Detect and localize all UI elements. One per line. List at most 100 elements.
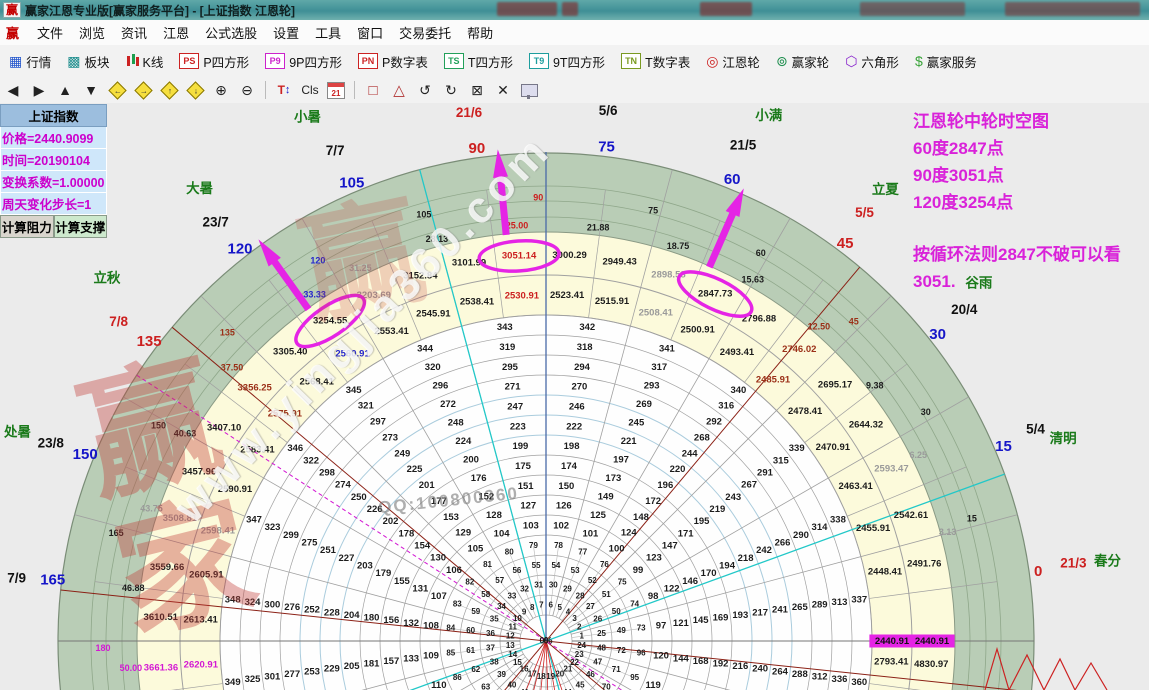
- svg-text:341: 341: [659, 344, 676, 355]
- wheel-tool-diamond-left[interactable]: ←: [105, 79, 129, 101]
- wheel-tool-triangle-tool[interactable]: △: [387, 79, 411, 101]
- wheel-tool-rect-tool[interactable]: □: [361, 79, 385, 101]
- 9p-square-icon: P9: [265, 53, 285, 69]
- wheel-tool-page-left[interactable]: ◀: [1, 79, 25, 101]
- svg-text:264: 264: [772, 666, 789, 677]
- svg-text:229: 229: [324, 664, 340, 675]
- menu-item-settings[interactable]: 设置: [265, 24, 307, 43]
- svg-text:131: 131: [412, 583, 429, 594]
- svg-text:2746.02: 2746.02: [782, 344, 816, 355]
- svg-text:314: 314: [812, 522, 829, 533]
- wheel-tool-page-right[interactable]: ▶: [27, 79, 51, 101]
- wheel-tool-time-scale[interactable]: T↕: [272, 79, 296, 101]
- toolbar-button-p-number-table[interactable]: PNP数字表: [351, 48, 435, 75]
- svg-text:146: 146: [682, 576, 698, 587]
- wheel-tool-presentation[interactable]: [517, 79, 541, 101]
- t-number-table-icon: TN: [621, 53, 641, 69]
- svg-text:301: 301: [264, 672, 281, 683]
- svg-text:23: 23: [575, 650, 584, 659]
- svg-text:339: 339: [789, 443, 805, 454]
- svg-text:30: 30: [549, 581, 558, 590]
- svg-text:224: 224: [455, 436, 472, 447]
- wheel-tool-pointer-down[interactable]: ▼: [79, 79, 103, 101]
- toolbar-button-t-square[interactable]: TST四方形: [437, 48, 520, 75]
- svg-text:344: 344: [417, 344, 434, 355]
- svg-text:61: 61: [466, 646, 475, 655]
- toolbar-button-winner-wheel[interactable]: ⊚赢家轮: [769, 48, 836, 75]
- menu-item-file[interactable]: 文件: [29, 24, 71, 43]
- wheel-tool-center-tool[interactable]: ✕: [491, 79, 515, 101]
- wheel-tool-diamond-up[interactable]: ↑: [157, 79, 181, 101]
- note-line: 按循环法则2847不破可以看: [913, 241, 1149, 268]
- toolbar-button-t-number-table[interactable]: TNT数字表: [614, 48, 697, 75]
- svg-text:2485.91: 2485.91: [756, 374, 791, 385]
- toolbar-button-p-square[interactable]: PSP四方形: [172, 48, 256, 75]
- menu-item-browse[interactable]: 浏览: [71, 24, 113, 43]
- menu-item-news[interactable]: 资讯: [113, 24, 155, 43]
- svg-text:321: 321: [358, 401, 375, 412]
- menu-item-help[interactable]: 帮助: [459, 24, 501, 43]
- hexagon-icon: ⬡: [845, 54, 857, 68]
- svg-text:151: 151: [518, 481, 535, 492]
- calc-support-button[interactable]: 计算支撑: [54, 215, 108, 238]
- wheel-tool-delete-box[interactable]: ⊠: [465, 79, 489, 101]
- calc-resistance-button[interactable]: 计算阻力: [0, 215, 54, 238]
- svg-text:227: 227: [339, 553, 355, 564]
- svg-text:2593.47: 2593.47: [874, 463, 908, 474]
- svg-text:218: 218: [738, 553, 754, 564]
- toolbar-label: T数字表: [645, 52, 690, 71]
- menu-item-formula-stock-pick[interactable]: 公式选股: [197, 24, 265, 43]
- svg-text:247: 247: [507, 402, 523, 413]
- wheel-tool-rotate-ccw[interactable]: ↺: [413, 79, 437, 101]
- svg-text:128: 128: [486, 510, 502, 521]
- toolbar-button-9p-square[interactable]: P99P四方形: [258, 48, 349, 75]
- svg-text:204: 204: [344, 610, 361, 621]
- wheel-tool-diamond-down[interactable]: ↓: [183, 79, 207, 101]
- svg-text:3661.36: 3661.36: [144, 662, 178, 673]
- gann-wheel-chart-area[interactable]: 1234567891011121314151617181920212223242…: [0, 103, 1149, 690]
- svg-text:297: 297: [370, 417, 386, 428]
- svg-text:23/7: 23/7: [203, 214, 229, 229]
- wheel-tool-zoom-out[interactable]: ⊖: [235, 79, 259, 101]
- wheel-tool-pointer-up[interactable]: ▲: [53, 79, 77, 101]
- svg-text:219: 219: [709, 504, 725, 515]
- svg-text:277: 277: [284, 669, 300, 680]
- svg-text:11: 11: [509, 622, 518, 631]
- menu-item-tools[interactable]: 工具: [307, 24, 349, 43]
- svg-text:2491.76: 2491.76: [907, 559, 941, 570]
- svg-text:120: 120: [653, 651, 669, 662]
- svg-text:4830.97: 4830.97: [914, 659, 948, 670]
- svg-text:345: 345: [346, 385, 363, 396]
- menu-item-gann[interactable]: 江恩: [155, 24, 197, 43]
- svg-text:37: 37: [486, 643, 495, 652]
- svg-text:318: 318: [577, 342, 593, 353]
- wheel-tool-zoom-in[interactable]: ⊕: [209, 79, 233, 101]
- toolbar-button-gann-wheel[interactable]: ◎江恩轮: [699, 48, 767, 75]
- svg-text:2500.91: 2500.91: [681, 325, 716, 336]
- toolbar-button-sectors[interactable]: ▩板块: [60, 48, 116, 75]
- toolbar-label: 板块: [84, 52, 109, 71]
- toolbar-button-kline[interactable]: K线: [119, 48, 171, 75]
- svg-text:3: 3: [572, 614, 577, 623]
- toolbar-label: P数字表: [382, 52, 428, 71]
- menu-item-trade-entrust[interactable]: 交易委托: [391, 24, 459, 43]
- wheel-tool-cls[interactable]: Cls: [298, 79, 322, 101]
- svg-text:155: 155: [394, 576, 411, 587]
- toolbar-label: 赢家轮: [792, 52, 830, 71]
- toolbar-button-quotes[interactable]: ▦行情: [2, 48, 58, 75]
- analysis-note-title: 江恩轮中轮时空图60度2847点90度3051点120度3254点: [913, 108, 1148, 216]
- toolbar-button-hexagon[interactable]: ⬡六角形: [838, 48, 906, 75]
- svg-text:154: 154: [414, 541, 431, 552]
- wheel-tool-diamond-right[interactable]: →: [131, 79, 155, 101]
- svg-text:325: 325: [245, 674, 262, 685]
- svg-text:春分: 春分: [1093, 553, 1122, 569]
- toolbar-button-9t-square[interactable]: T99T四方形: [522, 48, 612, 75]
- svg-text:2508.41: 2508.41: [639, 307, 674, 318]
- wheel-tool-rotate-cw[interactable]: ↻: [439, 79, 463, 101]
- svg-text:45: 45: [837, 235, 854, 252]
- svg-text:125: 125: [590, 510, 607, 521]
- wheel-tool-calendar[interactable]: 21: [324, 79, 348, 101]
- toolbar-button-winner-service[interactable]: $赢家服务: [908, 48, 984, 75]
- menu-item-window[interactable]: 窗口: [349, 24, 391, 43]
- svg-text:169: 169: [713, 613, 729, 624]
